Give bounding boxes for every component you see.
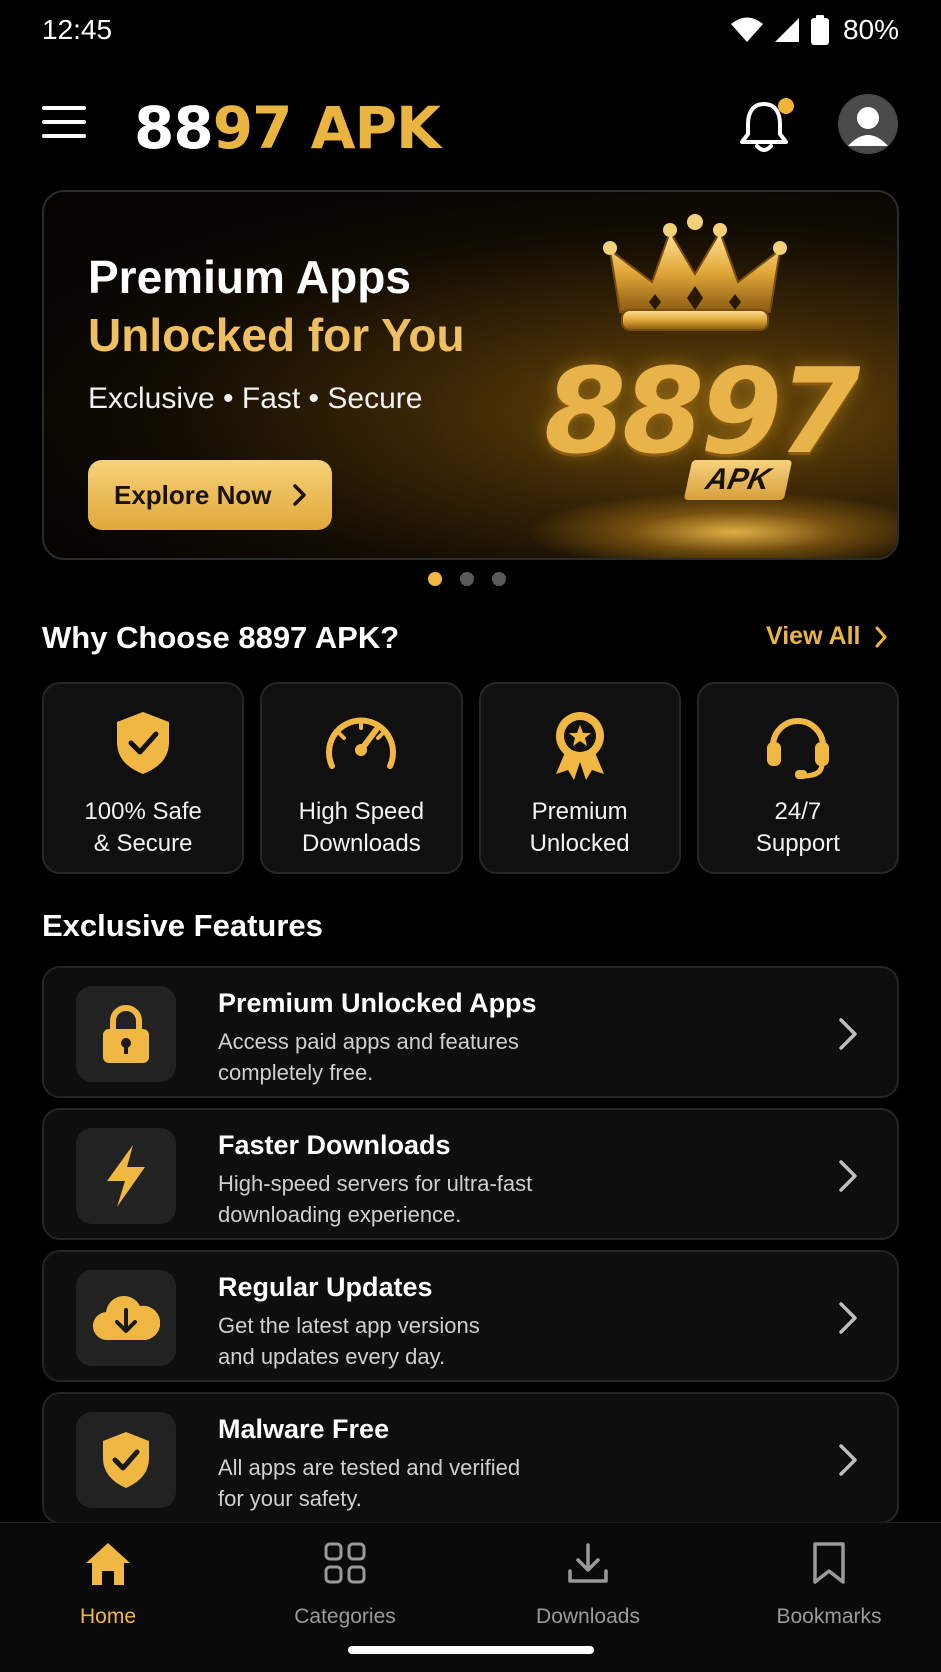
cloud-download-icon-box <box>76 1270 176 1366</box>
award-badge-icon <box>555 712 604 780</box>
grid-icon <box>324 1542 366 1584</box>
chevron-right-icon <box>293 484 306 506</box>
list-item-description: All apps are tested and verified for your… <box>218 1452 678 1514</box>
chevron-right-icon <box>839 1302 857 1334</box>
hero-title-line-1: Premium Apps <box>88 251 411 303</box>
hero-subtitle: Exclusive • Fast • Secure <box>88 382 423 415</box>
carousel-indicator <box>428 572 506 586</box>
feature-label-line-2: Support <box>755 830 840 857</box>
chevron-right-icon <box>839 1444 857 1476</box>
lightning-icon <box>107 1145 145 1207</box>
feature-card-premium[interactable]: Premium Unlocked <box>478 682 681 874</box>
crown-icon <box>603 214 787 331</box>
list-item-description: Get the latest app versions and updates e… <box>218 1310 678 1372</box>
brand-logo[interactable]: 8897 APK <box>134 94 441 162</box>
list-item-desc-line-2: and updates every day. <box>218 1344 446 1369</box>
list-item-title: Regular Updates <box>218 1272 433 1302</box>
status-icons: 80% <box>730 14 899 46</box>
shield-check-icon <box>103 1432 149 1488</box>
nav-downloads[interactable]: Downloads <box>498 1541 678 1629</box>
wifi-icon <box>730 17 763 42</box>
hero-banner[interactable]: Premium Apps Unlocked for You Exclusive … <box>42 190 899 560</box>
headset-icon <box>766 718 829 779</box>
lock-icon-box <box>76 986 176 1082</box>
hero-glow <box>524 492 897 558</box>
shield-icon-box <box>76 1412 176 1508</box>
list-item-desc-line-2: downloading experience. <box>218 1202 462 1227</box>
view-all-label: View All <box>766 622 861 650</box>
list-item-desc-line-1: High-speed servers for ultra-fast <box>218 1171 533 1196</box>
nav-label: Downloads <box>536 1605 640 1628</box>
chevron-right-icon <box>839 1160 857 1192</box>
nav-label: Categories <box>294 1605 396 1628</box>
list-item-description: High-speed servers for ultra-fast downloa… <box>218 1168 678 1230</box>
status-bar: 12:45 80% <box>0 0 941 64</box>
feature-card-safe[interactable]: 100% Safe & Secure <box>42 682 245 874</box>
feature-label-line-2: & Secure <box>93 830 193 857</box>
hero-logo-badge: APK <box>683 460 793 500</box>
carousel-dot-2[interactable] <box>460 572 474 586</box>
why-choose-title: Why Choose 8897 APK? <box>42 620 400 655</box>
feature-card-support[interactable]: 24/7 Support <box>696 682 899 874</box>
cloud-download-icon <box>92 1296 160 1341</box>
battery-percent: 80% <box>842 14 899 45</box>
nav-home[interactable]: Home <box>18 1541 198 1629</box>
explore-now-label: Explore Now <box>114 479 272 510</box>
list-item-desc-line-1: Access paid apps and features <box>218 1029 519 1054</box>
notification-badge <box>778 98 794 114</box>
list-item-desc-line-2: completely free. <box>218 1060 374 1085</box>
shield-check-icon <box>117 712 170 774</box>
list-item-premium-unlocked[interactable]: Premium Unlocked Apps Access paid apps a… <box>42 966 899 1098</box>
list-item-desc-line-1: All apps are tested and verified <box>218 1455 521 1480</box>
list-item-title: Faster Downloads <box>218 1130 451 1160</box>
explore-now-button[interactable]: Explore Now <box>88 460 332 530</box>
exclusive-features-list: Premium Unlocked Apps Access paid apps a… <box>42 966 899 1534</box>
nav-categories[interactable]: Categories <box>255 1541 435 1629</box>
home-icon <box>86 1543 130 1585</box>
hero-title-line-2: Unlocked for You <box>88 309 465 361</box>
feature-label-line-1: High Speed <box>298 798 425 825</box>
battery-icon <box>810 15 829 45</box>
carousel-dot-3[interactable] <box>492 572 506 586</box>
list-item-faster-downloads[interactable]: Faster Downloads High-speed servers for … <box>42 1108 899 1240</box>
brand-part-2: 97 APK <box>212 94 441 162</box>
feature-label-line-1: 24/7 <box>774 798 822 825</box>
bookmark-icon <box>813 1542 845 1584</box>
list-item-desc-line-2: for your safety. <box>218 1486 362 1511</box>
avatar[interactable] <box>838 94 898 154</box>
signal-icon <box>774 18 799 42</box>
exclusive-features-title: Exclusive Features <box>42 908 323 943</box>
nav-bookmarks[interactable]: Bookmarks <box>739 1541 919 1629</box>
why-choose-grid: 100% Safe & Secure High Speed Downloads Pr… <box>42 682 899 874</box>
status-time: 12:45 <box>42 14 113 45</box>
feature-label-line-1: 100% Safe <box>84 798 202 825</box>
list-item-description: Access paid apps and features completely … <box>218 1026 678 1088</box>
download-icon <box>568 1543 608 1583</box>
feature-card-speed[interactable]: High Speed Downloads <box>260 682 463 874</box>
nav-label: Bookmarks <box>776 1605 882 1628</box>
list-item-malware-free[interactable]: Malware Free All apps are tested and ver… <box>42 1392 899 1524</box>
carousel-dot-1[interactable] <box>428 572 442 586</box>
menu-icon[interactable] <box>42 106 86 142</box>
view-all-link[interactable]: View All <box>766 622 888 651</box>
nav-label: Home <box>79 1605 137 1628</box>
brand-part-1: 88 <box>134 94 214 162</box>
feature-label-line-2: Unlocked <box>529 830 630 857</box>
list-item-title: Malware Free <box>218 1414 390 1444</box>
chevron-right-icon <box>839 1018 857 1050</box>
feature-label-line-2: Downloads <box>302 830 421 857</box>
home-indicator[interactable] <box>348 1646 594 1654</box>
feature-label-line-1: Premium <box>531 798 628 825</box>
chevron-right-icon <box>875 626 887 647</box>
lock-icon <box>103 1005 149 1063</box>
lightning-icon-box <box>76 1128 176 1224</box>
app-header: 8897 APK <box>0 80 941 170</box>
list-item-title: Premium Unlocked Apps <box>218 988 537 1018</box>
list-item-regular-updates[interactable]: Regular Updates Get the latest app versi… <box>42 1250 899 1382</box>
notification-bell-icon[interactable] <box>738 98 794 154</box>
list-item-desc-line-1: Get the latest app versions <box>218 1313 480 1338</box>
speedometer-icon <box>326 717 397 769</box>
